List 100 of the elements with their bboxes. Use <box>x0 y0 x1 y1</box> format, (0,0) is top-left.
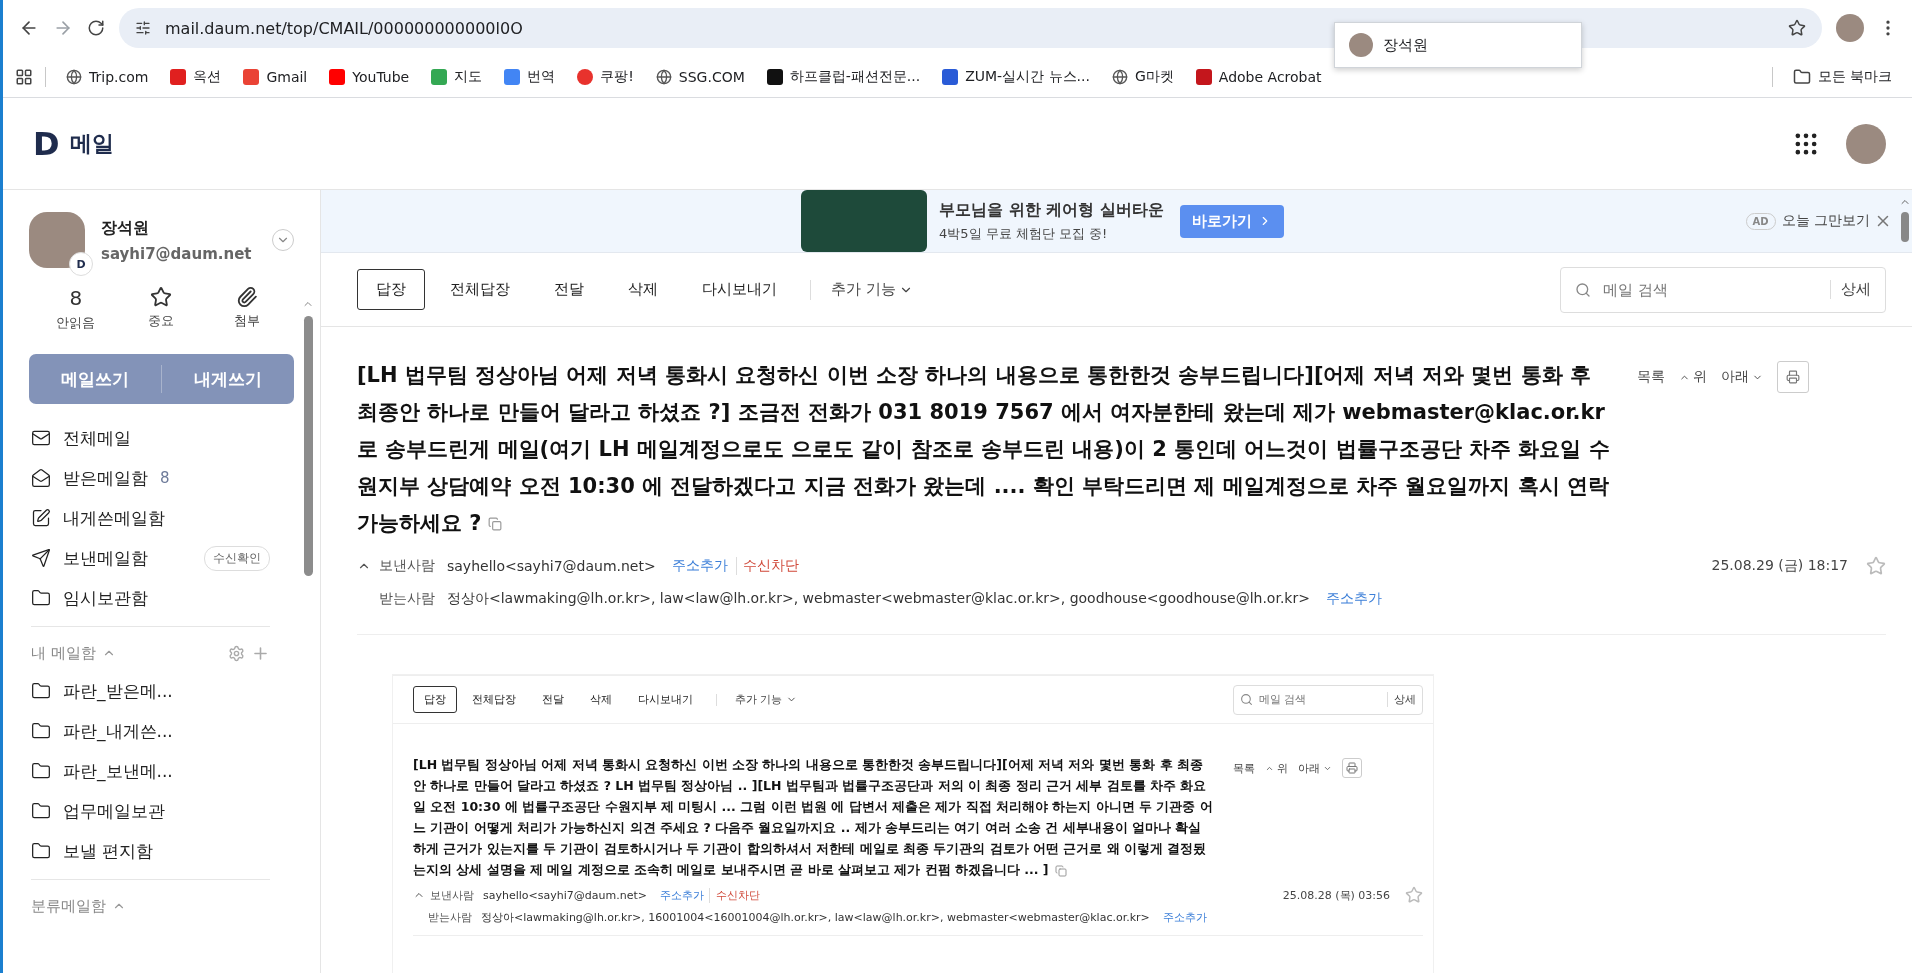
ad-headline: 부모님을 위한 케어형 실버타운 <box>939 199 1164 221</box>
dismiss-ad-link[interactable]: 오늘 그만보기 <box>1781 212 1892 230</box>
detail-search-link[interactable]: 상세 <box>1830 280 1871 300</box>
folder-label: 업무메일보관 <box>63 799 165 823</box>
reply-button[interactable]: 답장 <box>357 269 425 311</box>
folder-item[interactable]: 파란_내게쓴... <box>31 711 270 751</box>
mailbox-label: 보낸메일함 <box>63 546 148 570</box>
bookmark-link[interactable]: SSG.COM <box>647 64 753 89</box>
scroll-thumb[interactable] <box>303 316 313 576</box>
add-address-link[interactable]: 주소추가 <box>1325 590 1382 609</box>
inbox-icon <box>31 468 51 488</box>
more-features-dropdown[interactable]: 추가 기능 <box>825 279 919 301</box>
copy-icon[interactable] <box>487 517 502 532</box>
bookmark-link[interactable]: Gmail <box>235 64 316 89</box>
bookmark-link[interactable]: YouTube <box>321 64 418 89</box>
account-email: sayhi7@daum.net <box>101 244 252 263</box>
bookmark-link[interactable]: Trip.com <box>58 64 157 89</box>
bookmark-link[interactable]: 하프클럽-패션전문... <box>758 63 929 90</box>
read-receipt-badge[interactable]: 수신확인 <box>204 545 270 571</box>
folder-label: 보낼 편지함 <box>63 839 154 863</box>
block-sender-link[interactable]: 수신차단 <box>735 557 799 576</box>
add-address-link[interactable]: 주소추가 <box>659 887 704 903</box>
folder-item[interactable]: 업무메일보관 <box>31 791 270 831</box>
more-features-dropdown[interactable]: 추가 기능 <box>729 691 803 709</box>
mailbox-label: 내게쓴메일함 <box>63 506 165 530</box>
folder-icon <box>31 841 51 861</box>
mailbox-item[interactable]: 전체메일 <box>31 418 270 458</box>
settings-icon[interactable] <box>228 644 245 662</box>
folder-icon <box>31 721 51 741</box>
previous-link[interactable]: 위 <box>1265 760 1288 776</box>
all-bookmarks-link[interactable]: 모든 북마크 <box>1784 63 1900 90</box>
logo[interactable]: D <box>33 124 60 163</box>
mail-date: 25.08.29 (금) 18:17 <box>1711 557 1848 576</box>
search-icon <box>1240 693 1253 707</box>
mail-date: 25.08.28 (목) 03:56 <box>1282 887 1390 903</box>
printer-icon <box>1786 370 1800 385</box>
mailbox-label: 전체메일 <box>63 426 131 450</box>
recipient-label: 받는사람 <box>428 910 472 926</box>
list-link[interactable]: 목록 <box>1637 368 1665 387</box>
detail-search-link[interactable]: 상세 <box>1387 692 1416 708</box>
star-icon[interactable] <box>1866 556 1886 577</box>
bookmark-link[interactable]: 지도 <box>423 63 491 90</box>
apps-icon[interactable] <box>15 67 33 86</box>
app-title: 메일 <box>69 129 115 158</box>
mailbox-item[interactable]: 임시보관함 <box>31 578 270 618</box>
reload-icon[interactable] <box>87 19 105 37</box>
star-icon <box>150 286 173 308</box>
folder-label: 파란_받은메... <box>63 679 173 703</box>
account-name: 장석원 <box>101 217 150 239</box>
stat-label: 중요 <box>148 312 175 330</box>
bookmark-link[interactable]: 옥션 <box>162 63 230 90</box>
section-title: 분류메일함 <box>31 896 106 916</box>
mailbox-item[interactable]: 받은메일함 8 <box>31 458 270 498</box>
block-sender-link[interactable]: 수신차단 <box>708 887 760 903</box>
reply-button[interactable]: 답장 <box>413 686 457 714</box>
next-dropdown[interactable]: 아래 <box>1298 760 1332 776</box>
unread-count: 8 <box>69 286 83 310</box>
star-icon[interactable] <box>1405 886 1423 905</box>
add-address-link[interactable]: 주소추가 <box>1162 910 1207 926</box>
bookmark-link[interactable]: 번역 <box>496 63 564 90</box>
bookmark-link[interactable]: 쿠팡! <box>569 63 642 90</box>
recipient-addresses: 정상아<lawmaking@lh.or.kr>, law<law@lh.or.kr>, webmaster<webmaster@klac.or.kr>, goodhouse<goodhouse@lh.or.kr> <box>447 590 1310 609</box>
user-avatar[interactable] <box>1846 123 1886 164</box>
scroll-thumb[interactable] <box>1901 212 1909 242</box>
list-link[interactable]: 목록 <box>1233 760 1255 776</box>
bookmark-link[interactable]: ZUM-실시간 뉴스... <box>934 63 1098 90</box>
bookmark-link[interactable]: Adobe Acrobat <box>1187 64 1330 89</box>
globe-icon <box>655 68 672 85</box>
folder-item[interactable]: 파란_받은메... <box>31 671 270 711</box>
bookmark-star-icon[interactable] <box>1788 19 1806 37</box>
mailbox-item[interactable]: 보낸메일함 수신확인 <box>31 538 270 578</box>
previous-link[interactable]: 위 <box>1679 368 1707 387</box>
folder-item[interactable]: 파란_보낸메... <box>31 751 270 791</box>
print-button[interactable] <box>1777 361 1809 394</box>
copy-icon[interactable] <box>1054 864 1067 877</box>
mail-search-field[interactable]: 메일 검색 상세 <box>1560 266 1886 313</box>
print-button[interactable] <box>1342 758 1362 779</box>
printer-icon <box>1346 762 1358 775</box>
paperclip-icon <box>236 286 259 308</box>
folder-icon <box>31 681 51 701</box>
stat-link[interactable]: 중요 <box>118 286 205 332</box>
ad-subtitle: 4박5일 무료 체험단 모집 중! <box>939 224 1109 243</box>
site-settings-icon[interactable] <box>135 20 151 36</box>
sender-address: sayhello<sayhi7@daum.net> <box>447 558 656 575</box>
stat-link[interactable]: 8 안읽음 <box>33 286 119 332</box>
pencil-note-icon <box>31 508 51 528</box>
mailbox-item[interactable]: 내게쓴메일함 <box>31 498 270 538</box>
recipient-addresses: 정상아<lawmaking@lh.or.kr>, 16001004<16001004@lh.or.kr>, law<law@lh.or.kr>, webmaster<webmaster@klac.or.kr> <box>481 910 1150 926</box>
folder-item[interactable]: 보낼 편지함 <box>31 831 270 871</box>
stat-link[interactable]: 첨부 <box>204 286 290 332</box>
sender-address: sayhello<sayhi7@daum.net> <box>483 888 647 902</box>
folder-icon <box>31 588 51 608</box>
folder-label: 파란_내게쓴... <box>63 719 173 743</box>
profile-avatar[interactable] <box>1836 14 1864 42</box>
add-address-link[interactable]: 주소추가 <box>671 557 728 576</box>
folder-icon <box>1792 67 1811 86</box>
mail-search-field[interactable]: 메일 검색 상세 <box>1233 684 1423 715</box>
next-dropdown[interactable]: 아래 <box>1721 368 1763 387</box>
paper-plane-icon <box>31 548 51 568</box>
bookmark-link[interactable]: G마켓 <box>1103 63 1182 90</box>
